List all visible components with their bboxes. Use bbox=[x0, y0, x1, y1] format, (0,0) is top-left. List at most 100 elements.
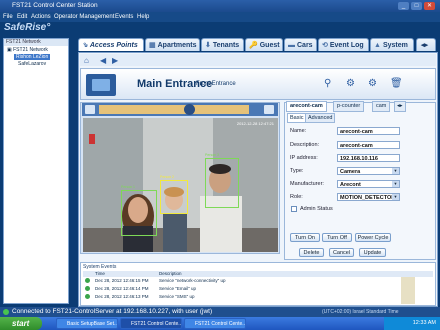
role-select[interactable]: MOTION_DETECTOR ▼ bbox=[337, 193, 400, 201]
main-tabs: ⇘ Access Points ▦ Apartments ⬇ Tenants 🔑 Gue… bbox=[78, 38, 438, 52]
tree-node-network[interactable]: ▣ FST21 Network bbox=[7, 47, 48, 53]
key-icon: 🔑 bbox=[249, 42, 258, 49]
status-ok-icon bbox=[85, 294, 90, 300]
network-tree: FST21 Network ▣ FST21 Network Rishon LeZ… bbox=[3, 38, 69, 304]
taskbar-item[interactable]: FST21 Control Cente... bbox=[184, 318, 246, 329]
turn-off-button[interactable]: Turn Off bbox=[322, 233, 352, 242]
menu-bar: File Edit Actions Operator Management Ev… bbox=[0, 12, 440, 22]
admin-status-checkbox[interactable] bbox=[291, 206, 297, 212]
admin-status-label: Admin Status bbox=[300, 206, 333, 212]
tab-advanced[interactable]: Advanced bbox=[305, 113, 336, 123]
tree-node-safelazarov[interactable]: SafeLazarov bbox=[18, 61, 46, 67]
type-label: Type: bbox=[290, 168, 304, 174]
tab-cars[interactable]: ▬ Cars bbox=[284, 38, 317, 51]
camera-icon[interactable] bbox=[85, 105, 95, 114]
face-label-3: Person 3 bbox=[205, 153, 220, 157]
cancel-button[interactable]: Cancel bbox=[329, 248, 354, 257]
col-description[interactable]: Description bbox=[159, 271, 182, 276]
tenant-icon: ⬇ bbox=[205, 42, 211, 49]
face-label-2: Person 2 bbox=[160, 175, 175, 179]
forward-icon[interactable]: ▶ bbox=[112, 56, 118, 65]
clock: 12:33 AM bbox=[412, 320, 436, 326]
col-time[interactable]: Time bbox=[95, 271, 105, 276]
side-tab-scroll[interactable]: ◂▸ bbox=[394, 101, 406, 112]
tab-access-points[interactable]: ⇘ Access Points bbox=[78, 38, 144, 51]
tree-node-rishon[interactable]: Rishon LeZion bbox=[14, 54, 51, 60]
nav-bar: ⌂ ◀ ▶ bbox=[80, 54, 436, 66]
record-icon[interactable] bbox=[184, 104, 195, 115]
chevron-down-icon: ▼ bbox=[392, 168, 399, 174]
tab-system[interactable]: ▲ System bbox=[370, 38, 414, 51]
home-icon[interactable]: ⌂ bbox=[84, 56, 89, 65]
name-label: Name: bbox=[290, 128, 307, 134]
timezone: (UTC+02:00) Israel Standard Time bbox=[322, 309, 399, 315]
access-point-icon-large bbox=[86, 74, 116, 96]
timeline-bar[interactable] bbox=[99, 105, 249, 114]
ip-address-field[interactable]: 192.168.10.116 bbox=[337, 154, 400, 162]
tab-event-log[interactable]: ⟲ Event Log bbox=[318, 38, 369, 51]
face-label-1: Person 1 bbox=[121, 185, 136, 189]
tab-scroll[interactable]: ◂▸ bbox=[416, 38, 436, 51]
menu-edit[interactable]: Edit bbox=[17, 14, 27, 20]
window-title: FST21 Control Center Station bbox=[12, 2, 98, 9]
turn-on-button[interactable]: Turn On bbox=[290, 233, 320, 242]
maximize-button[interactable]: □ bbox=[411, 2, 422, 10]
back-icon[interactable]: ◀ bbox=[100, 56, 106, 65]
menu-actions[interactable]: Actions bbox=[31, 14, 51, 20]
taskbar-item[interactable]: Basic SetupBase Set... bbox=[56, 318, 118, 329]
chevron-down-icon: ▼ bbox=[392, 194, 399, 200]
access-point-header bbox=[80, 68, 436, 100]
face-box-3[interactable] bbox=[205, 158, 239, 208]
events-title: System Events bbox=[83, 264, 117, 270]
car-icon: ▬ bbox=[288, 42, 295, 49]
menu-file[interactable]: File bbox=[3, 14, 13, 20]
events-scroll[interactable] bbox=[401, 277, 415, 304]
tab-p-counter[interactable]: p-counter bbox=[333, 101, 365, 112]
event-row[interactable]: Dec 28, 2012 12:46:13 PM Service "SMS" up bbox=[85, 294, 194, 300]
chevron-down-icon: ▼ bbox=[392, 181, 399, 187]
tab-cam[interactable]: cam bbox=[372, 101, 391, 112]
system-tray: 12:33 AM bbox=[384, 317, 440, 330]
connection-status-icon bbox=[3, 309, 9, 315]
menu-events[interactable]: Events bbox=[115, 14, 133, 20]
trash-icon[interactable]: 🗑 bbox=[390, 78, 403, 89]
face-box-1[interactable] bbox=[121, 190, 157, 236]
face-box-2[interactable] bbox=[160, 180, 188, 214]
menu-operator-management[interactable]: Operator Management bbox=[54, 14, 114, 20]
live-video: 2012-12-28 12:47:21 Person 1 Person 2 Pe… bbox=[83, 118, 278, 252]
tab-apartments[interactable]: ▦ Apartments bbox=[145, 38, 200, 51]
tab-tenants[interactable]: ⬇ Tenants bbox=[201, 38, 244, 51]
minimize-button[interactable]: _ bbox=[398, 2, 409, 10]
taskbar-item[interactable]: FST21 Control Cente... bbox=[120, 318, 182, 329]
taskbar: start Basic SetupBase Set... FST21 Contr… bbox=[0, 317, 440, 330]
video-toolbar bbox=[82, 103, 278, 116]
connection-status: Connected to FST21-ControlServer at 192.… bbox=[12, 308, 213, 315]
power-cycle-button[interactable]: Power Cycle bbox=[355, 233, 391, 242]
tab-basic[interactable]: Basic bbox=[287, 113, 307, 123]
event-row[interactable]: Dec 28, 2012 12:46:15 PM Service "network… bbox=[85, 278, 225, 284]
app-logo: SafeRise° bbox=[4, 22, 51, 33]
apartment-icon: ▦ bbox=[149, 42, 156, 49]
type-select[interactable]: Camera ▼ bbox=[337, 167, 400, 175]
event-row[interactable]: Dec 28, 2012 12:46:14 PM Service "Email" … bbox=[85, 286, 196, 292]
status-ok-icon bbox=[85, 286, 90, 292]
update-button[interactable]: Update bbox=[359, 248, 386, 257]
name-field[interactable]: arecont-cam bbox=[337, 127, 400, 135]
tab-arecont-cam[interactable]: arecont-cam bbox=[286, 101, 327, 112]
close-button[interactable]: ✕ bbox=[424, 2, 435, 10]
exit-icon[interactable] bbox=[264, 105, 274, 114]
page-subtitle: Front Entrance bbox=[196, 81, 236, 87]
settings-icon[interactable]: ⚙ bbox=[346, 78, 355, 89]
ip-label: IP address: bbox=[290, 155, 318, 161]
manufacturer-select[interactable]: Arecont ▼ bbox=[337, 180, 400, 188]
warning-icon: ▲ bbox=[374, 42, 381, 49]
menu-help[interactable]: Help bbox=[137, 14, 149, 20]
tab-guest[interactable]: 🔑 Guest bbox=[245, 38, 283, 51]
delete-button[interactable]: Delete bbox=[299, 248, 324, 257]
tree-header: FST21 Network bbox=[4, 39, 68, 46]
gear-icon[interactable]: ⚙ bbox=[368, 78, 377, 89]
description-field[interactable]: arecont-cam bbox=[337, 141, 400, 149]
start-button[interactable]: start bbox=[0, 317, 42, 330]
title-bar: FST21 Control Center Station _ □ ✕ bbox=[0, 0, 440, 12]
key-icon[interactable]: ⚲ bbox=[324, 78, 331, 89]
